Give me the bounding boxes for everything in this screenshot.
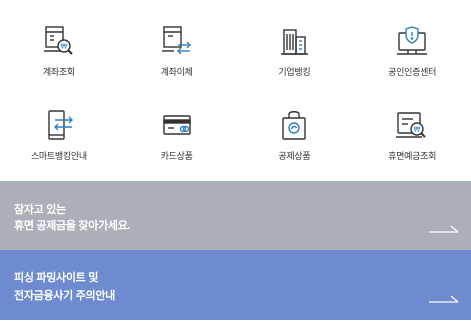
menu-item-mutual-aid-products[interactable]: 공제상품 bbox=[236, 108, 354, 175]
menu-item-dormant-deposit[interactable]: ₩ 휴면예금조회 bbox=[353, 108, 471, 175]
menu-item-corporate-banking[interactable]: 기업뱅킹 bbox=[236, 24, 354, 108]
menu-item-account-transfer[interactable]: 계좌이체 bbox=[118, 24, 236, 108]
bottom-divider bbox=[0, 320, 471, 325]
menu-label: 기업뱅킹 bbox=[278, 67, 311, 77]
menu-label: 공제상품 bbox=[278, 151, 311, 161]
banner-title-line1: 잠자고 있는 bbox=[14, 204, 66, 216]
phishing-warning-banner[interactable]: 피싱 파밍사이트 및 전자금융사기 주의안내 bbox=[0, 250, 471, 320]
menu-label: 카드상품 bbox=[160, 151, 193, 161]
menu-label: 휴면예금조회 bbox=[388, 151, 437, 161]
menu-item-account-inquiry[interactable]: ₩ 계좌조회 bbox=[0, 24, 118, 108]
menu-item-card-products[interactable]: 카드상품 bbox=[118, 108, 236, 175]
dormant-funds-banner[interactable]: 잠자고 있는 휴면 공제금을 찾아가세요. bbox=[0, 181, 471, 250]
quick-menu-grid: ₩ 계좌조회 계좌이체 기업뱅킹 공인인증센터 스마트뱅킹안내 카드상품 공제상… bbox=[0, 0, 471, 181]
arrow-right-icon bbox=[429, 225, 459, 233]
account-transfer-icon bbox=[160, 24, 194, 58]
account-inquiry-icon: ₩ bbox=[42, 24, 76, 58]
menu-label: 계좌조회 bbox=[42, 67, 75, 77]
mutual-aid-products-icon bbox=[277, 108, 311, 142]
smart-banking-icon bbox=[42, 108, 76, 142]
banner-title-line1: 피싱 파밍사이트 및 bbox=[14, 272, 99, 284]
corporate-banking-icon bbox=[277, 24, 311, 58]
banner-title-line2: 휴면 공제금을 찾아가세요. bbox=[14, 220, 131, 232]
menu-item-smart-banking[interactable]: 스마트뱅킹안내 bbox=[0, 108, 118, 175]
svg-text:₩: ₩ bbox=[60, 43, 67, 51]
menu-label: 계좌이체 bbox=[160, 67, 193, 77]
banner-title-line2: 전자금융사기 주의안내 bbox=[14, 290, 115, 302]
menu-label: 스마트뱅킹안내 bbox=[30, 151, 87, 161]
svg-text:₩: ₩ bbox=[414, 126, 421, 134]
arrow-right-icon bbox=[429, 295, 459, 303]
dormant-deposit-icon: ₩ bbox=[395, 108, 429, 142]
menu-label: 공인인증센터 bbox=[388, 67, 437, 77]
certificate-center-icon bbox=[395, 24, 429, 58]
menu-item-certificate-center[interactable]: 공인인증센터 bbox=[353, 24, 471, 108]
card-products-icon bbox=[160, 108, 194, 142]
